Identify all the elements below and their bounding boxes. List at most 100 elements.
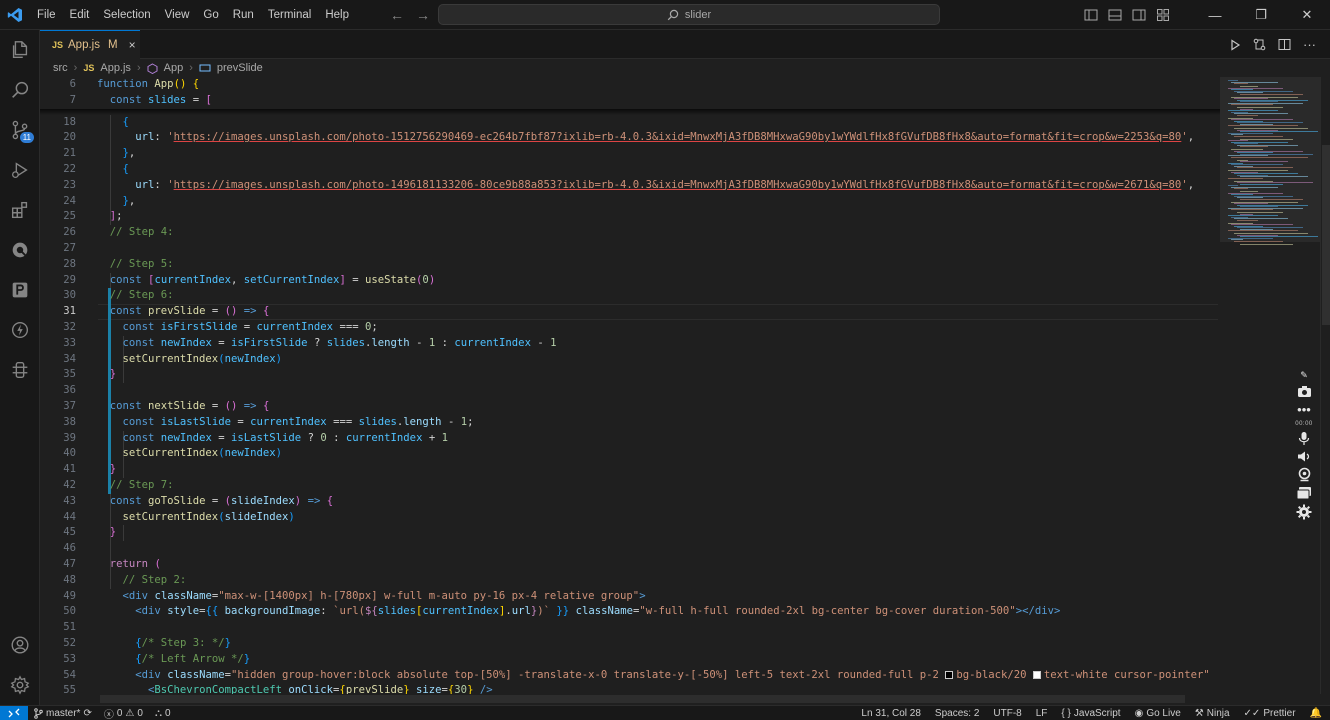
horizontal-scrollbar[interactable] (100, 695, 1185, 703)
code-line[interactable]: 33 const newIndex = isFirstSlide ? slide… (40, 336, 1220, 352)
code-line[interactable]: 49 <div className="max-w-[1400px] h-[780… (40, 589, 1220, 605)
breadcrumb-symbol[interactable]: prevSlide (217, 62, 263, 74)
menu-help[interactable]: Help (318, 0, 356, 30)
code-line[interactable]: 28 // Step 5: (40, 257, 1220, 273)
manage-gear-icon[interactable] (0, 665, 40, 705)
vertical-scrollbar[interactable] (1320, 77, 1330, 694)
code-line[interactable]: 50 <div style={{ backgroundImage: `url($… (40, 604, 1220, 620)
code-line[interactable]: 29 const [currentIndex, setCurrentIndex]… (40, 273, 1220, 289)
code-line[interactable]: 21 }, (40, 146, 1220, 162)
project-manager-icon[interactable] (0, 270, 40, 310)
toggle-secondary-sidebar-icon[interactable] (1132, 8, 1146, 22)
toggle-panel-icon[interactable] (1108, 8, 1122, 22)
webcam-icon[interactable] (1297, 467, 1312, 482)
code-line[interactable]: 46 (40, 541, 1220, 557)
notifications-bell-icon[interactable]: 🔔 (1310, 708, 1322, 719)
code-line[interactable]: 32 const isFirstSlide = currentIndex ===… (40, 320, 1220, 336)
code-line[interactable]: 52 {/* Step 3: */} (40, 636, 1220, 652)
tab-app-js[interactable]: JS App.js M × (40, 30, 140, 59)
command-center[interactable]: slider (438, 4, 940, 25)
menu-run[interactable]: Run (226, 0, 261, 30)
menu-edit[interactable]: Edit (63, 0, 97, 30)
code-line[interactable]: 36 (40, 383, 1220, 399)
code-line[interactable]: 53 {/* Left Arrow */} (40, 652, 1220, 668)
menu-go[interactable]: Go (196, 0, 225, 30)
language-mode[interactable]: { } JavaScript (1061, 708, 1120, 719)
compare-changes-icon[interactable] (1253, 38, 1266, 51)
encoding[interactable]: UTF-8 (993, 708, 1021, 719)
code-editor[interactable]: 18 {20 url: 'https://images.unsplash.com… (40, 77, 1220, 694)
code-line[interactable]: 39 const newIndex = isLastSlide ? 0 : cu… (40, 431, 1220, 447)
code-line[interactable]: 7 const slides = [ (40, 92, 1220, 109)
run-debug-icon[interactable] (0, 150, 40, 190)
run-icon[interactable] (1229, 38, 1241, 51)
code-line[interactable]: 40 setCurrentIndex(newIndex) (40, 446, 1220, 462)
code-line[interactable]: 25 ]; (40, 209, 1220, 225)
code-line[interactable]: 43 const goToSlide = (slideIndex) => { (40, 494, 1220, 510)
indentation[interactable]: Spaces: 2 (935, 708, 979, 719)
split-editor-icon[interactable] (1278, 38, 1291, 51)
screen-window-icon[interactable] (1296, 486, 1312, 500)
code-line[interactable]: 48 // Step 2: (40, 573, 1220, 589)
breadcrumb-file[interactable]: App.js (100, 62, 131, 74)
forward-arrow-icon[interactable]: → (416, 7, 430, 23)
restore-button[interactable]: ❐ (1238, 0, 1284, 30)
sync-icon[interactable]: ⟳ (83, 708, 91, 719)
code-line[interactable]: 27 (40, 241, 1220, 257)
go-live-button[interactable]: ◉ Go Live (1135, 708, 1181, 719)
code-line[interactable]: 42 // Step 7: (40, 478, 1220, 494)
code-line[interactable]: 26 // Step 4: (40, 225, 1220, 241)
source-control-icon[interactable]: 11 (0, 110, 40, 150)
code-line[interactable]: 31 const prevSlide = () => { (40, 304, 1220, 320)
code-line[interactable]: 38 const isLastSlide = currentIndex === … (40, 415, 1220, 431)
tailwind-docs-icon[interactable] (0, 350, 40, 390)
code-line[interactable]: 35 } (40, 367, 1220, 383)
extensions-icon[interactable] (0, 190, 40, 230)
code-line[interactable]: 37 const nextSlide = () => { (40, 399, 1220, 415)
customize-layout-icon[interactable] (1156, 8, 1170, 22)
code-line[interactable]: 6 function App() { (40, 77, 1220, 93)
code-line[interactable]: 30 // Step 6: (40, 288, 1220, 304)
ninja-status[interactable]: ⚒ Ninja (1195, 708, 1230, 719)
code-line[interactable]: 20 url: 'https://images.unsplash.com/pho… (40, 130, 1220, 146)
end-of-line[interactable]: LF (1036, 708, 1048, 719)
code-line[interactable]: 47 return ( (40, 557, 1220, 573)
code-line[interactable]: 51 (40, 620, 1220, 636)
code-line[interactable]: 41 } (40, 462, 1220, 478)
cursor-position[interactable]: Ln 31, Col 28 (861, 708, 921, 719)
menu-file[interactable]: File (30, 0, 63, 30)
code-line[interactable]: 22 { (40, 162, 1220, 178)
code-line[interactable]: 34 setCurrentIndex(newIndex) (40, 352, 1220, 368)
minimize-button[interactable]: — (1192, 0, 1238, 30)
back-arrow-icon[interactable]: ← (390, 7, 404, 23)
close-window-button[interactable]: ✕ (1284, 0, 1330, 30)
microphone-icon[interactable] (1298, 431, 1310, 446)
menu-selection[interactable]: Selection (96, 0, 157, 30)
accounts-icon[interactable] (0, 625, 40, 665)
toggle-primary-sidebar-icon[interactable] (1084, 8, 1098, 22)
more-dots-icon[interactable]: ••• (1297, 402, 1311, 417)
scrollbar-thumb[interactable] (1322, 145, 1330, 325)
thunder-client-icon[interactable] (0, 310, 40, 350)
code-line[interactable]: 23 url: 'https://images.unsplash.com/pho… (40, 178, 1220, 194)
more-actions-icon[interactable]: ··· (1303, 37, 1316, 52)
branch-status[interactable]: master* ⟳ (34, 708, 92, 719)
breadcrumb-folder[interactable]: src (53, 62, 68, 74)
remote-indicator-icon[interactable] (0, 705, 28, 720)
code-line[interactable]: 45 } (40, 525, 1220, 541)
code-line[interactable]: 54 <div className="hidden group-hover:bl… (40, 668, 1220, 684)
close-tab-icon[interactable]: × (129, 38, 136, 52)
speaker-icon[interactable] (1297, 450, 1312, 463)
breadcrumb-function[interactable]: App (164, 62, 184, 74)
code-line[interactable]: 18 { (40, 115, 1220, 131)
remote-explorer-icon[interactable] (0, 230, 40, 270)
explorer-icon[interactable] (0, 30, 40, 70)
code-line[interactable]: 55 <BsChevronCompactLeft onClick={prevSl… (40, 683, 1220, 694)
problems-status[interactable]: ⓧ 0 ⚠ 0 (104, 706, 143, 720)
menu-view[interactable]: View (158, 0, 197, 30)
prettier-status[interactable]: ✓✓ Prettier (1244, 708, 1296, 719)
settings-gear-icon[interactable] (1296, 504, 1312, 520)
menu-terminal[interactable]: Terminal (261, 0, 318, 30)
code-line[interactable]: 24 }, (40, 194, 1220, 210)
search-icon[interactable] (0, 70, 40, 110)
